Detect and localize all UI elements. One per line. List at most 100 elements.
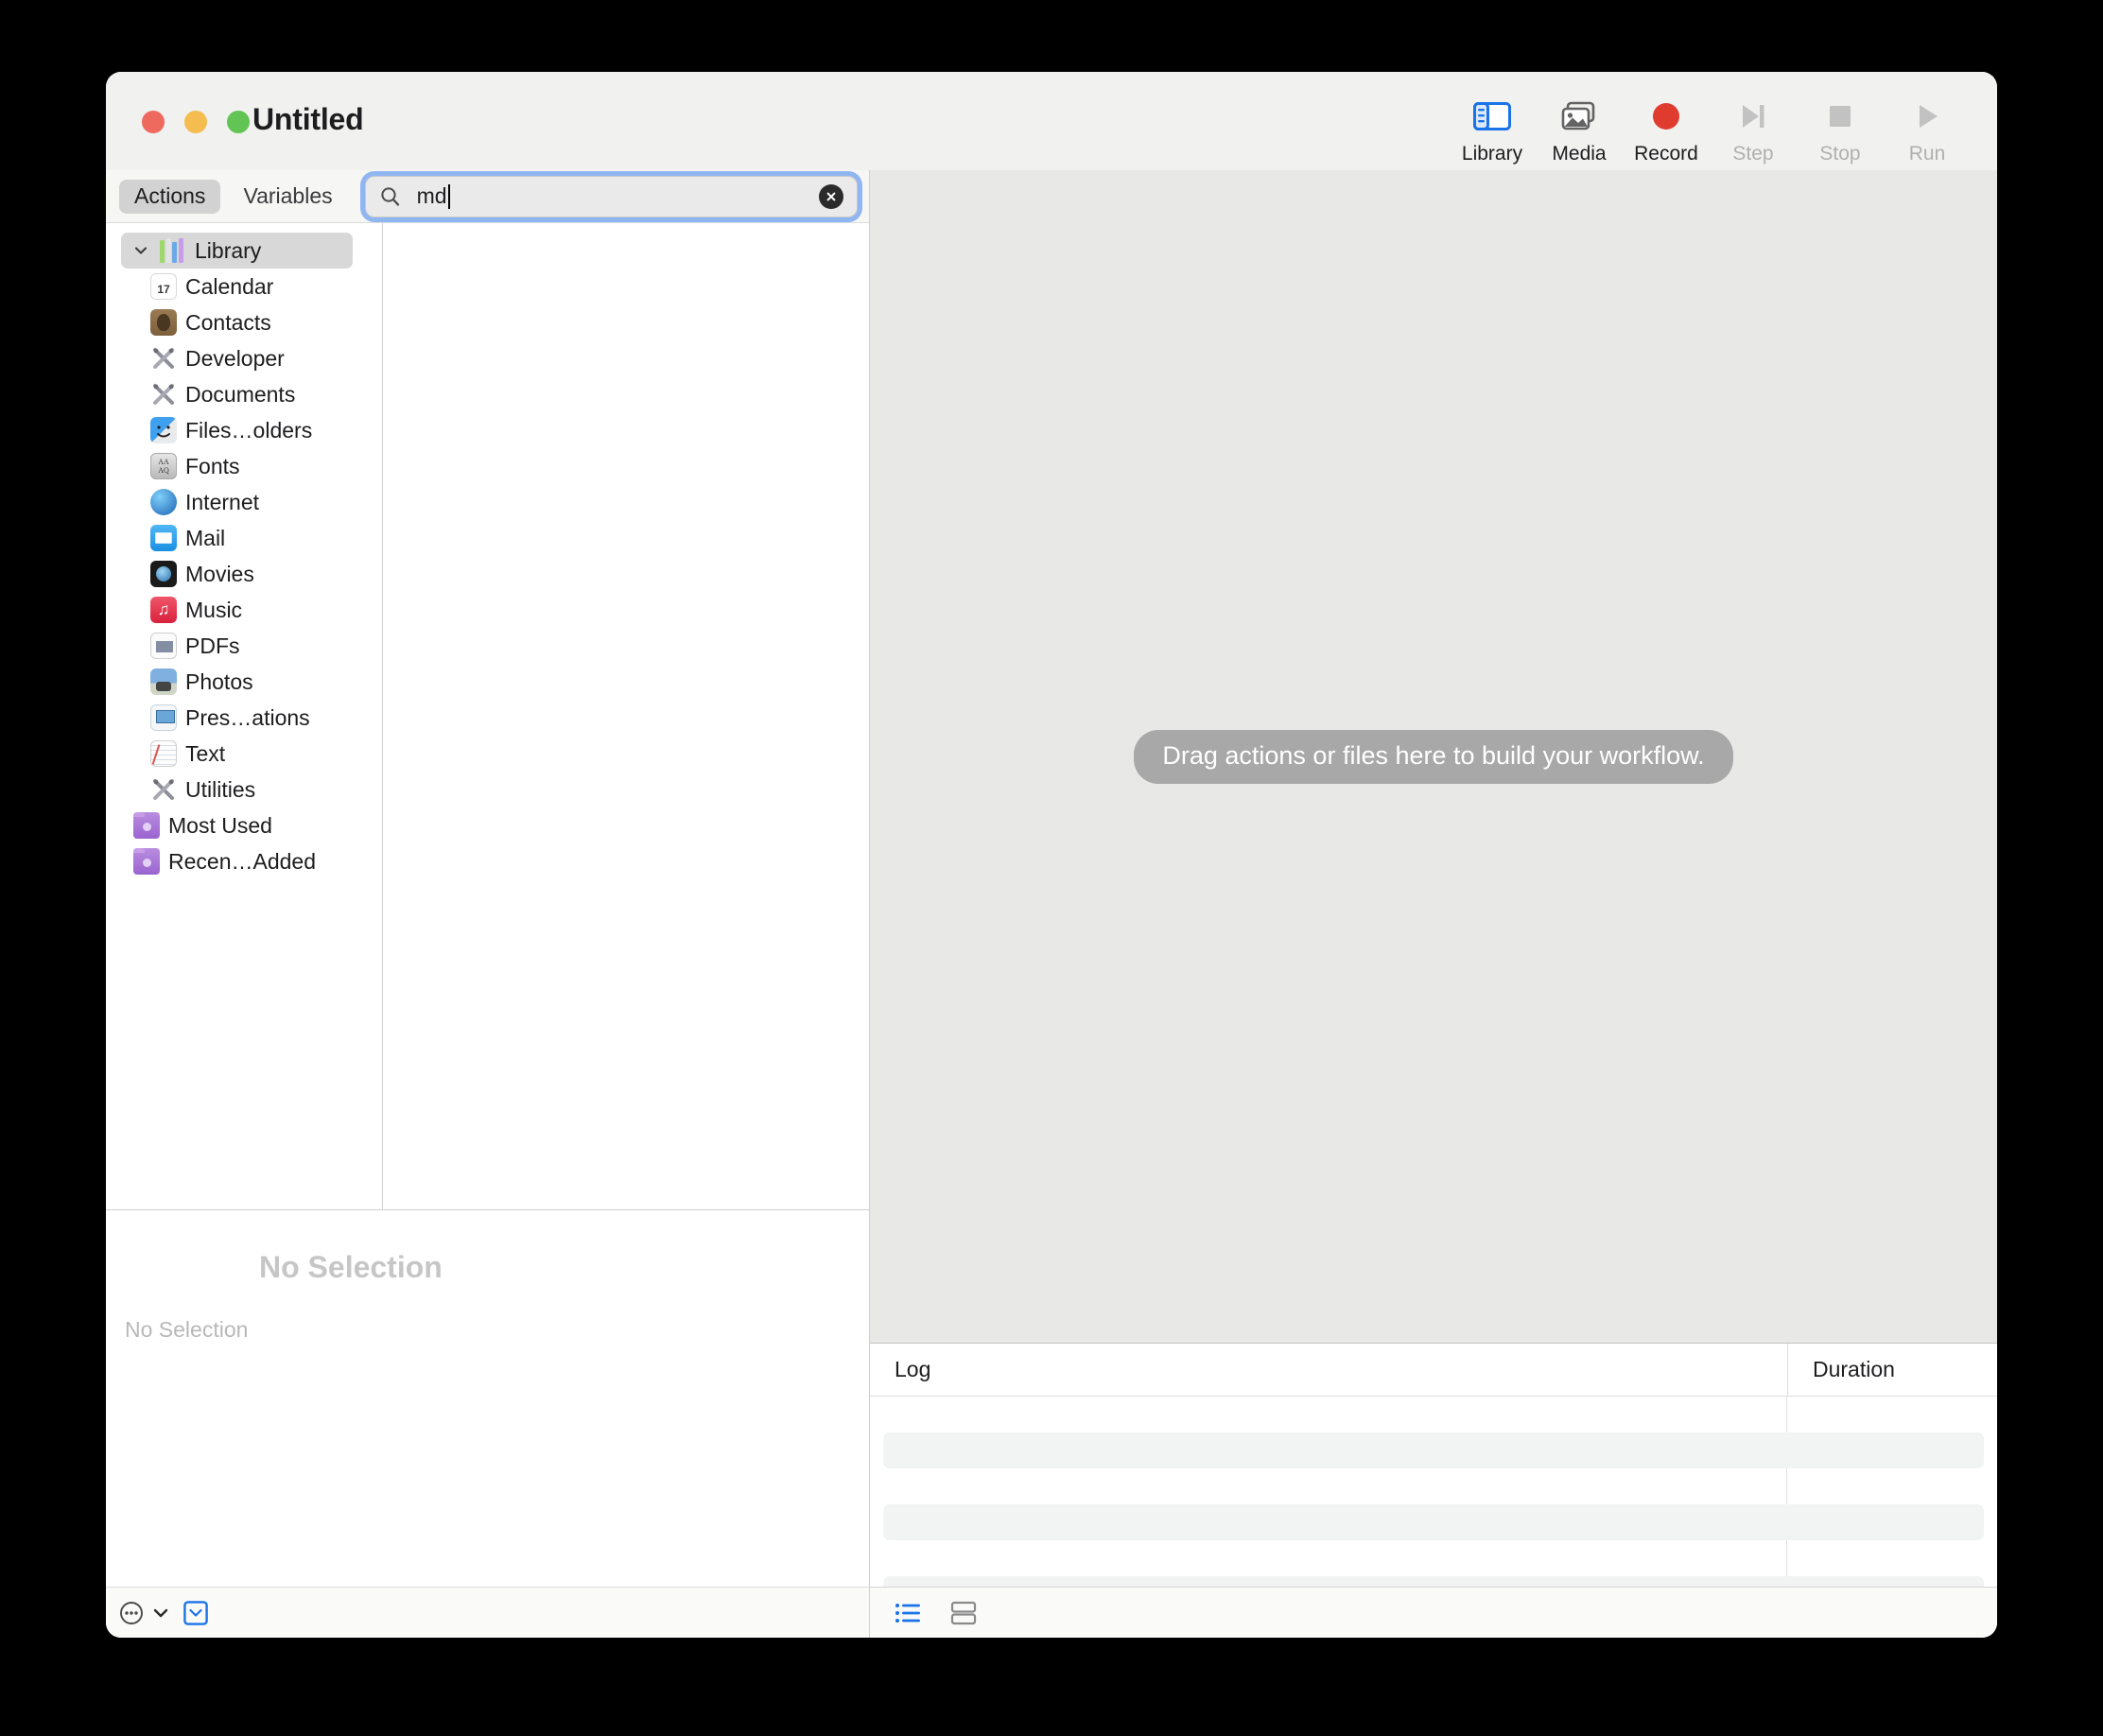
toolbar-step-label: Step [1732,143,1774,165]
text-cursor [447,183,450,209]
log-column-header-log[interactable]: Log [870,1344,1787,1396]
tree-item-label: Text [185,740,226,766]
tree-item-pdfs[interactable]: PDFs [106,628,382,664]
toolbar-record-button[interactable]: Record [1623,89,1710,164]
toolbar-media-button[interactable]: Media [1536,89,1623,164]
workflow-canvas[interactable]: Drag actions or files here to build your… [870,170,1997,1343]
tree-item-calendar[interactable]: JUL 17 Calendar [106,269,382,304]
tree-item-label: Contacts [185,309,271,335]
fonts-icon: AA AQ [149,452,178,480]
window-body: Actions Variables md Library JUL 17 Cale… [106,170,1997,1638]
tree-item-recently-added[interactable]: Recen…Added [106,843,382,879]
tools-icon [149,775,178,804]
tree-item-mail[interactable]: Mail [106,520,382,556]
toggle-description-button[interactable] [183,1600,208,1625]
split-view-icon [950,1601,977,1624]
tree-item-label: Internet [185,489,259,514]
toolbar-library-button[interactable]: Library [1449,89,1536,164]
tree-item-contacts[interactable]: Contacts [106,304,382,340]
log-table-header: Log Duration [870,1344,1997,1397]
pdf-icon [149,632,178,660]
tree-item-text[interactable]: Text [106,736,382,772]
description-subtitle: No Selection [125,1317,249,1342]
smart-folder-icon [132,847,161,876]
tree-item-most-used[interactable]: Most Used [106,807,382,843]
tree-item-label: Movies [185,561,254,586]
calendar-icon: JUL 17 [149,272,178,301]
title-bar: Untitled Library Media Record Step Stop … [106,72,1997,170]
tree-item-label: Pres…ations [185,704,310,730]
chevron-down-box-icon [183,1600,208,1625]
play-icon [1912,96,1942,136]
library-header: Actions Variables md [106,170,869,223]
tree-item-music[interactable]: ♫ Music [106,592,382,628]
chevron-down-icon[interactable] [130,242,151,259]
toolbar-run-button[interactable]: Run [1884,89,1971,164]
tree-item-internet[interactable]: Internet [106,484,382,520]
log-column-header-duration[interactable]: Duration [1787,1344,1997,1396]
drop-hint-label: Drag actions or files here to build your… [1134,729,1733,784]
tree-item-photos[interactable]: Photos [106,664,382,700]
toolbar-stop-button[interactable]: Stop [1797,89,1884,164]
library-icon [159,236,187,265]
music-icon: ♫ [149,596,178,624]
textedit-icon [149,739,178,768]
search-icon [379,185,402,208]
description-title: No Selection [259,1250,443,1284]
toolbar: Library Media Record Step Stop Run [1449,89,1971,164]
actions-list[interactable] [383,223,869,1209]
log-bottom-bar [870,1587,1997,1638]
tree-item-label: Photos [185,668,253,694]
action-description-panel: No Selection No Selection [106,1210,869,1587]
tree-item-label: Mail [185,525,226,550]
table-row[interactable] [883,1504,1984,1540]
log-split-view-button[interactable] [949,1600,978,1626]
toolbar-stop-label: Stop [1819,143,1861,165]
tree-item-label: Most Used [168,812,272,838]
clear-circle-icon[interactable] [819,183,843,209]
tab-actions[interactable]: Actions [119,179,221,214]
tree-item-label: Files…olders [185,417,313,443]
tree-item-fonts[interactable]: AA AQ Fonts [106,448,382,484]
library-columns: Library JUL 17 Calendar Contacts Develop… [106,223,869,1210]
tools-icon [149,344,178,373]
table-row[interactable] [883,1576,1984,1587]
close-button[interactable] [142,111,165,133]
search-field[interactable]: md [364,175,858,217]
traffic-light-group [142,111,250,133]
smart-folder-icon [132,811,161,840]
tree-item-library[interactable]: Library [121,233,353,269]
log-panel: Log Duration [870,1343,1997,1638]
step-forward-icon [1737,96,1769,136]
tree-item-files-and-folders[interactable]: Files…olders [106,412,382,448]
workflow-panel: Drag actions or files here to build your… [870,170,1997,1638]
tree-item-presentations[interactable]: Pres…ations [106,700,382,736]
tree-item-developer[interactable]: Developer [106,340,382,376]
tree-item-utilities[interactable]: Utilities [106,772,382,807]
contacts-icon [149,308,178,337]
media-icon [1560,96,1598,136]
log-rows[interactable] [870,1397,1997,1587]
log-column-divider [1786,1397,1787,1587]
library-tree[interactable]: Library JUL 17 Calendar Contacts Develop… [106,223,383,1209]
maximize-button[interactable] [227,111,250,133]
library-panel: Actions Variables md Library JUL 17 Cale… [106,170,870,1638]
window-title: Untitled [252,102,364,136]
finder-icon [149,416,178,444]
tree-item-label: Documents [185,381,296,407]
photos-icon [149,668,178,696]
log-list-view-button[interactable] [895,1601,923,1625]
tab-variables[interactable]: Variables [228,180,347,214]
toolbar-step-button[interactable]: Step [1710,89,1797,164]
toolbar-library-label: Library [1461,143,1523,165]
tree-item-documents[interactable]: Documents [106,376,382,412]
tree-item-label: Developer [185,345,285,371]
tree-item-label: Recen…Added [168,848,316,874]
toolbar-record-label: Record [1634,143,1698,165]
chevron-down-icon [153,1608,168,1617]
tree-item-label: PDFs [185,633,240,658]
tree-item-movies[interactable]: Movies [106,556,382,592]
minimize-button[interactable] [184,111,207,133]
action-menu-button[interactable] [119,1601,170,1625]
table-row[interactable] [883,1432,1984,1468]
